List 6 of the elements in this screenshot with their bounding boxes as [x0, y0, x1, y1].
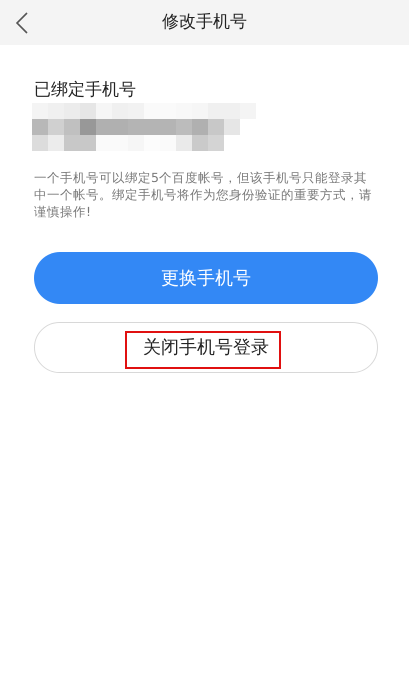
- section-label: 已绑定手机号: [34, 79, 136, 102]
- back-icon: [16, 12, 28, 34]
- change-number-button[interactable]: 更换手机号: [34, 252, 378, 304]
- notice-text: 一个手机号可以绑定5个百度帐号，但该手机号只能登录其中一个帐号。绑定手机号将作为您身份验证的重要方式，请谨慎操作!: [34, 169, 373, 220]
- disable-login-button[interactable]: 关闭手机号登录: [34, 322, 378, 373]
- page-title: 修改手机号: [162, 10, 247, 34]
